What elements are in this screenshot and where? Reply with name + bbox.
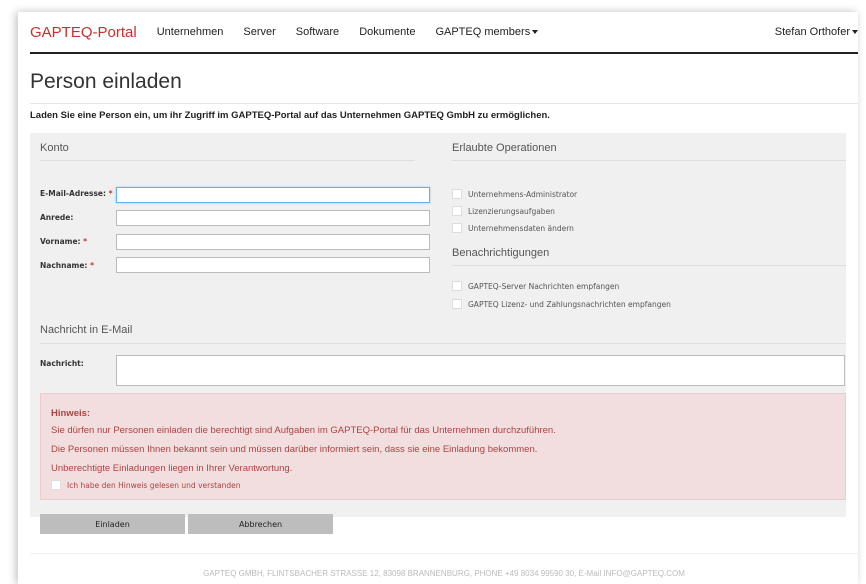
firstname-input[interactable] — [116, 234, 430, 250]
nav-item-unternehmen[interactable]: Unternehmen — [157, 26, 224, 38]
top-navbar: GAPTEQ-Portal Unternehmen Server Softwar… — [30, 12, 858, 54]
checkbox-label-company-admin: Unternehmens-Administrator — [468, 190, 578, 199]
alert-line-2: Die Personen müssen Ihnen bekannt sein u… — [51, 444, 538, 455]
lastname-input[interactable] — [116, 257, 430, 273]
page-title: Person einladen — [30, 70, 182, 93]
footer-text: GAPTEQ GMBH, FLINTSBACHER STRASSE 12, 83… — [203, 569, 685, 578]
section-divider — [40, 343, 846, 344]
lastname-label: Nachname: * — [40, 261, 94, 270]
email-label: E-Mail-Adresse: * — [40, 189, 113, 198]
section-title-operations: Erlaubte Operationen — [452, 142, 557, 154]
nav-dropdown-members[interactable]: GAPTEQ members — [435, 26, 539, 38]
required-marker: * — [108, 189, 113, 198]
message-textarea[interactable] — [116, 355, 845, 386]
firstname-label: Vorname: * — [40, 237, 87, 246]
nav-item-server[interactable]: Server — [243, 26, 275, 38]
user-menu[interactable]: Stefan Orthofer — [775, 26, 858, 38]
salutation-label: Anrede: — [40, 213, 73, 222]
intro-text: Laden Sie eine Person ein, um ihr Zugrif… — [30, 110, 550, 121]
checkbox-label-edit-company: Unternehmensdaten ändern — [468, 224, 574, 233]
section-divider — [40, 160, 415, 161]
section-title-konto: Konto — [40, 142, 69, 154]
nav-item-software[interactable]: Software — [296, 26, 339, 38]
caret-down-icon — [852, 30, 858, 35]
invite-form: Konto E-Mail-Adresse: * Anrede: Vorname:… — [30, 133, 846, 534]
nav-item-dokumente[interactable]: Dokumente — [359, 26, 415, 38]
section-title-message: Nachricht in E-Mail — [40, 324, 133, 336]
title-divider — [30, 103, 858, 104]
checkbox-label-acknowledge: Ich habe den Hinweis gelesen und verstan… — [67, 481, 241, 490]
message-label: Nachricht: — [40, 359, 84, 368]
required-marker: * — [83, 237, 88, 246]
email-label-text: E-Mail-Adresse: — [40, 189, 106, 198]
notice-alert: Hinweis: Sie dürfen nur Personen einlade… — [40, 393, 846, 500]
required-marker: * — [90, 261, 94, 270]
footer-divider — [30, 553, 858, 554]
page-container: GAPTEQ-Portal Unternehmen Server Softwar… — [18, 12, 858, 584]
checkbox-label-license-payment: GAPTEQ Lizenz- und Zahlungsnachrichten e… — [468, 300, 671, 309]
checkbox-label-licensing: Lizenzierungsaufgaben — [468, 207, 555, 216]
firstname-label-text: Vorname: — [40, 237, 81, 246]
checkbox-server-messages[interactable] — [452, 281, 462, 291]
alert-line-1: Sie dürfen nur Personen einladen die ber… — [51, 425, 556, 436]
checkbox-acknowledge[interactable] — [51, 480, 61, 490]
email-input[interactable] — [116, 187, 430, 203]
salutation-input[interactable] — [116, 210, 430, 226]
checkbox-license-payment[interactable] — [452, 299, 462, 309]
section-divider — [452, 265, 846, 266]
checkbox-company-admin[interactable] — [452, 189, 462, 199]
salutation-label-text: Anrede: — [40, 213, 74, 222]
alert-line-3: Unberechtigte Einladungen liegen in Ihre… — [51, 463, 293, 474]
checkbox-edit-company[interactable] — [452, 223, 462, 233]
nav-dropdown-label: GAPTEQ members — [435, 26, 531, 38]
lastname-label-text: Nachname: — [40, 261, 88, 270]
brand-link[interactable]: GAPTEQ-Portal — [30, 24, 137, 41]
invite-button[interactable]: Einladen — [40, 514, 185, 534]
checkbox-label-server-messages: GAPTEQ-Server Nachrichten empfangen — [468, 282, 620, 291]
checkbox-licensing[interactable] — [452, 206, 462, 216]
section-title-notifications: Benachrichtigungen — [452, 247, 550, 259]
cancel-button[interactable]: Abbrechen — [188, 514, 333, 534]
caret-down-icon — [532, 30, 539, 35]
user-name: Stefan Orthofer — [774, 26, 850, 38]
alert-title: Hinweis: — [51, 408, 91, 419]
section-divider — [452, 160, 846, 161]
